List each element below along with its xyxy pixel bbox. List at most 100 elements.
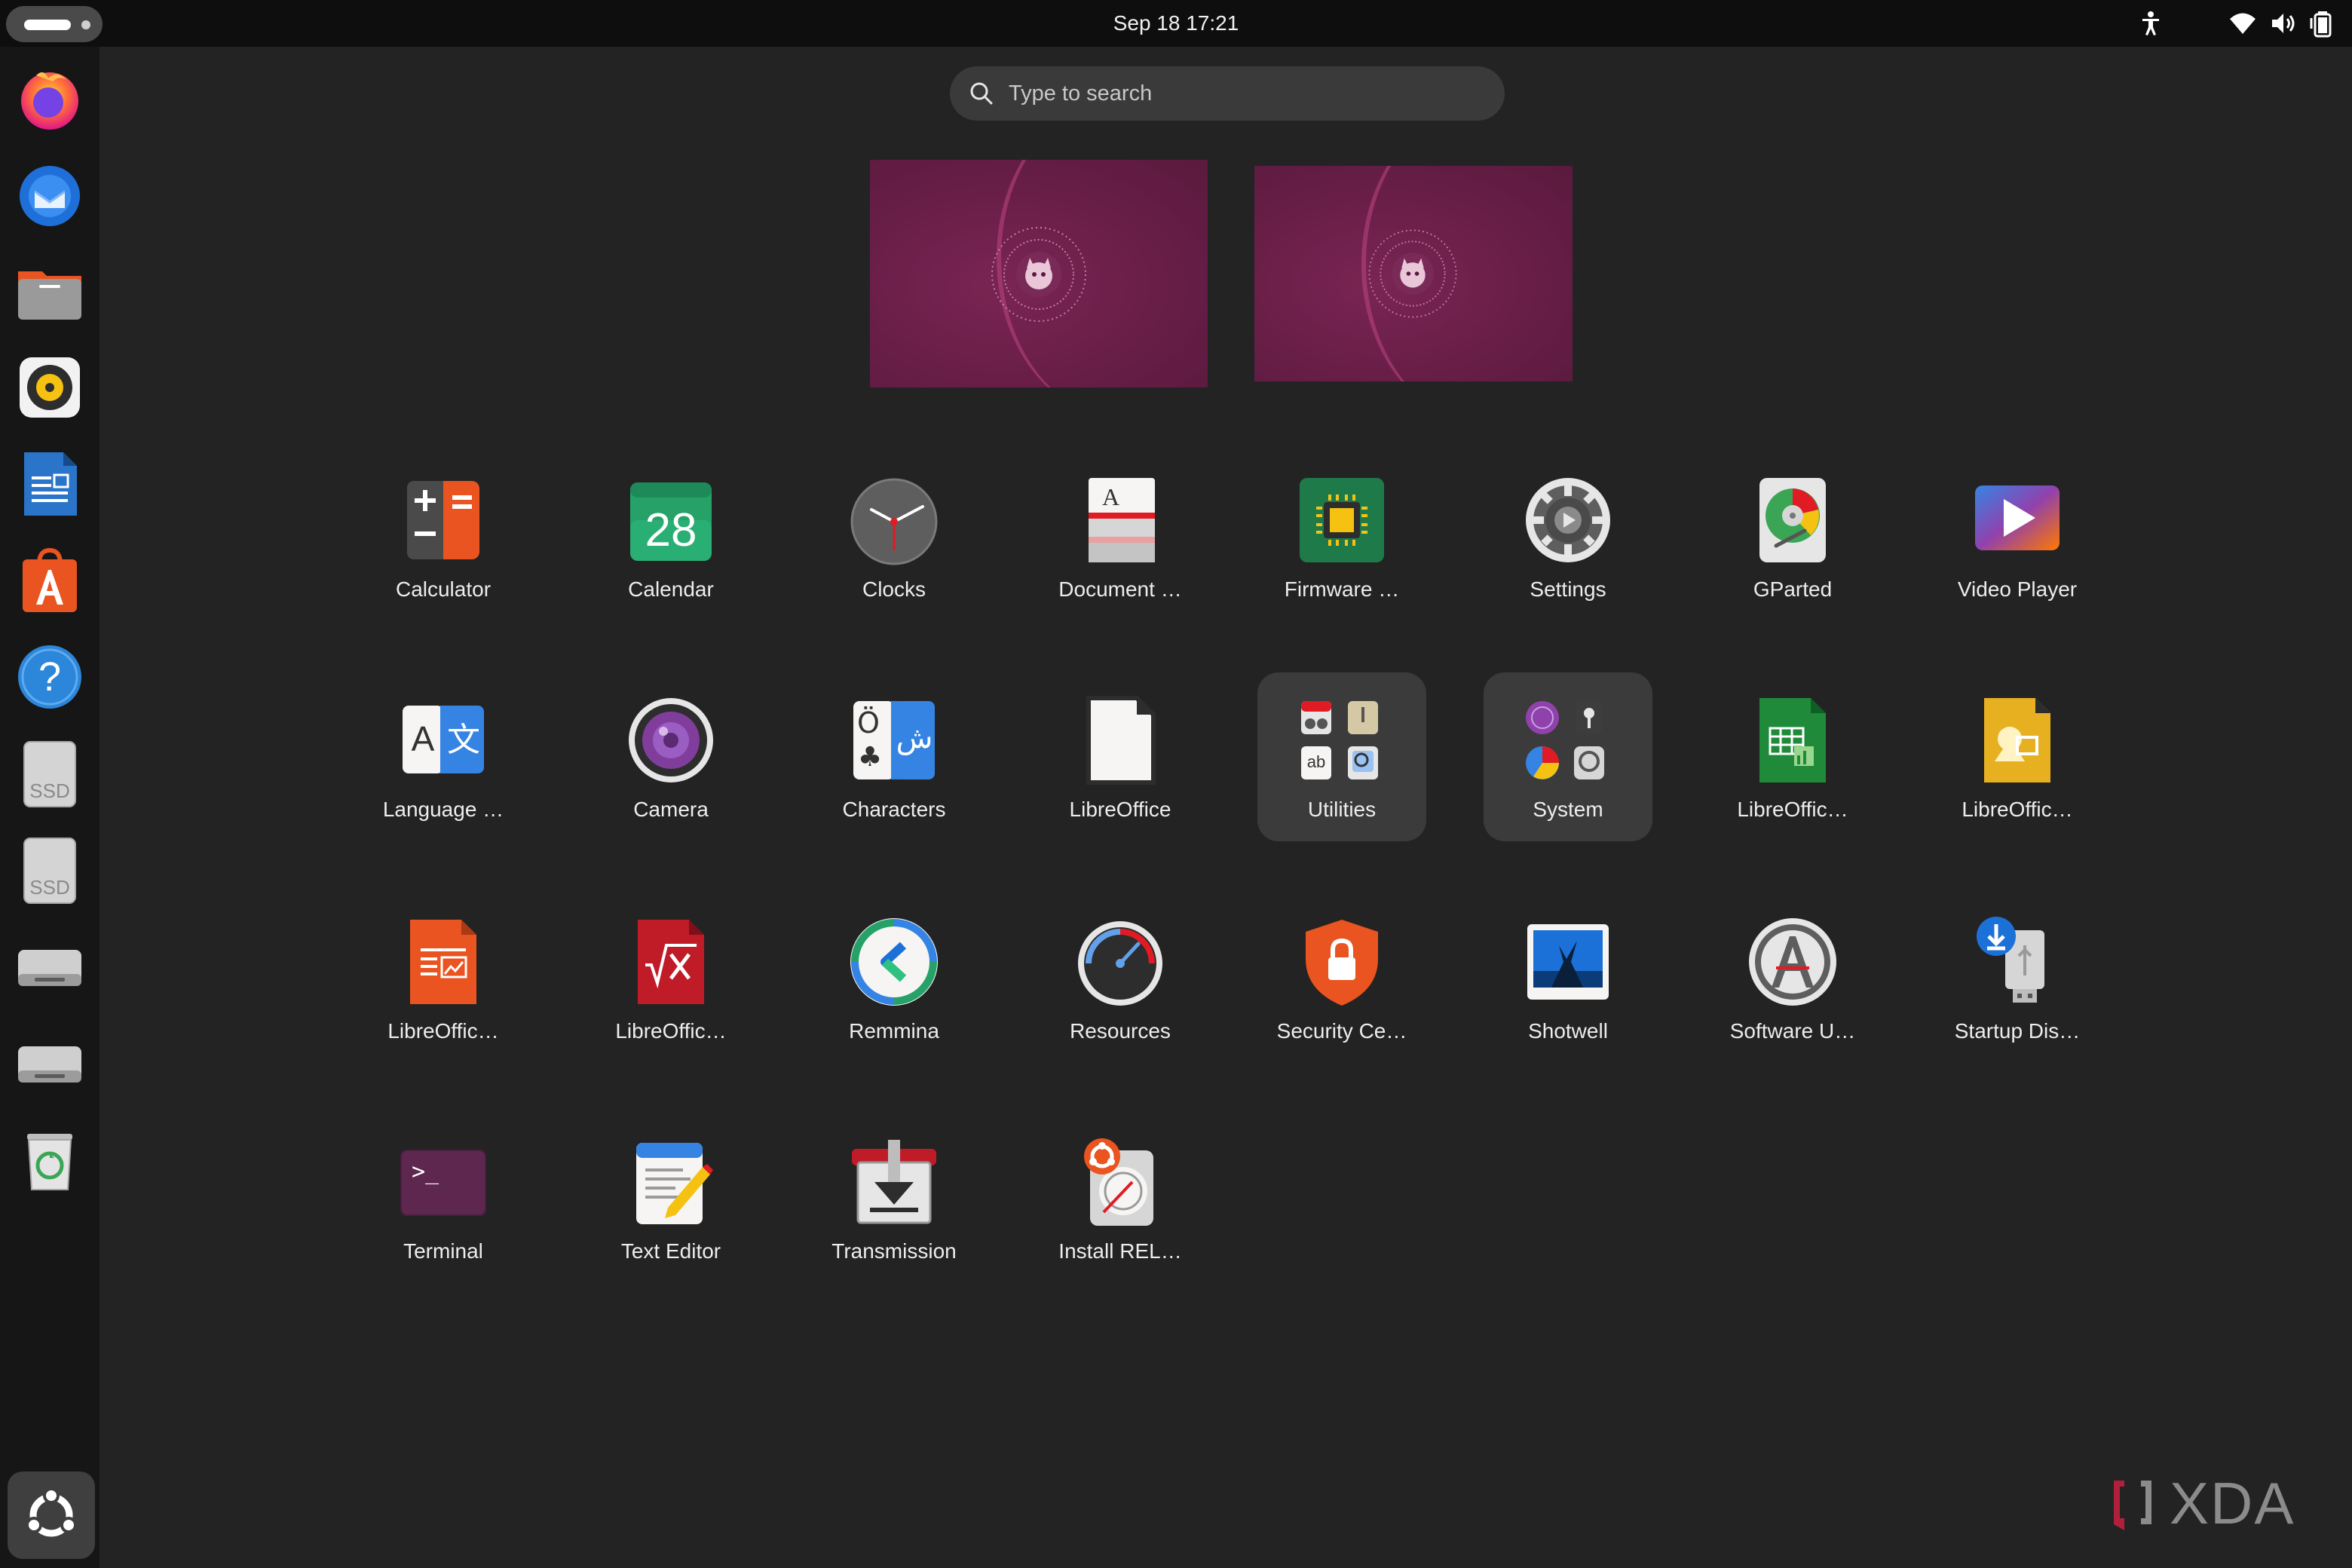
app-label: Resources (1070, 1019, 1171, 1043)
accessibility-icon[interactable] (2136, 9, 2165, 38)
search-input[interactable] (1007, 66, 1475, 121)
app-label: Software U… (1729, 1019, 1856, 1043)
dock-item-writer[interactable] (14, 448, 86, 520)
ssd-label: SSD (29, 779, 69, 802)
app-center-icon (23, 547, 77, 612)
app-install-release[interactable]: Install REL… (1036, 1114, 1205, 1283)
app-label: Security Ce… (1276, 1019, 1407, 1043)
dock-item-trash[interactable] (14, 1123, 86, 1196)
app-calculator[interactable]: Calculator (359, 452, 528, 621)
app-video-player[interactable]: Video Player (1933, 452, 2102, 621)
text-editor-icon (624, 1135, 718, 1229)
software-updater-icon (1746, 915, 1839, 1009)
app-label: Startup Dis… (1954, 1019, 2081, 1043)
dock-item-ssd[interactable]: SSD (14, 834, 86, 906)
drive-icon (18, 950, 81, 986)
app-libreoffice-draw[interactable]: LibreOffic… (1933, 672, 2102, 841)
battery-icon[interactable] (2308, 9, 2337, 38)
app-software-updater[interactable]: Software U… (1708, 894, 1877, 1063)
settings-gear-icon (1521, 473, 1615, 567)
folder-system[interactable]: System (1484, 672, 1652, 841)
characters-latin-glyph: Ö (857, 706, 880, 740)
libreoffice-icon (1073, 694, 1167, 787)
app-shotwell[interactable]: Shotwell (1484, 894, 1652, 1063)
app-label: Transmission (831, 1239, 957, 1263)
volume-icon[interactable] (2269, 9, 2298, 38)
app-document-viewer[interactable]: A Document … (1036, 452, 1205, 621)
app-settings[interactable]: Settings (1484, 452, 1652, 621)
ubuntu-mascot-emblem (1368, 229, 1457, 318)
ssd-label: SSD (29, 876, 69, 899)
characters-icon: Ö ♣ ش (847, 694, 941, 787)
app-camera[interactable]: Camera (586, 672, 755, 841)
app-firmware[interactable]: Firmware … (1257, 452, 1426, 621)
characters-arabic-glyph: ش (896, 721, 933, 755)
rhythmbox-icon (20, 357, 80, 418)
app-characters[interactable]: Ö ♣ ش Characters (810, 672, 978, 841)
app-remmina[interactable]: Remmina (810, 894, 978, 1063)
top-bar: Sep 18 17:21 (0, 0, 2352, 47)
app-libreoffice-calc[interactable]: LibreOffic… (1708, 672, 1877, 841)
app-label: Settings (1530, 577, 1606, 601)
app-label: Remmina (849, 1019, 939, 1043)
app-security-center[interactable]: Security Ce… (1257, 894, 1426, 1063)
app-transmission[interactable]: Transmission (810, 1114, 978, 1283)
dock-item-help[interactable]: ? (14, 641, 86, 713)
system-folder-icon (1521, 694, 1615, 787)
app-label: LibreOffice (1069, 798, 1171, 821)
app-libreoffice-math[interactable]: LibreOffic… (586, 894, 755, 1063)
app-label: Shotwell (1528, 1019, 1608, 1043)
svg-text:?: ? (38, 654, 61, 700)
app-label: GParted (1753, 577, 1833, 601)
shotwell-icon (1521, 915, 1615, 1009)
search-bar[interactable] (950, 66, 1505, 121)
date-time[interactable]: Sep 18 17:21 (1113, 11, 1239, 35)
help-icon: ? (18, 645, 81, 709)
app-label: Calculator (395, 577, 492, 601)
app-startup-disk-creator[interactable]: Startup Dis… (1933, 894, 2102, 1063)
remmina-icon (847, 915, 941, 1009)
drive-icon (18, 1046, 81, 1083)
ssd-drive-icon: SSD (23, 741, 76, 807)
libreoffice-impress-icon (397, 915, 490, 1009)
app-label: Firmware … (1284, 577, 1400, 601)
workspace-thumbnail-1[interactable] (870, 160, 1208, 387)
wifi-icon[interactable] (2228, 9, 2257, 38)
resources-icon (1073, 915, 1167, 1009)
dock-item-firefox[interactable] (14, 62, 86, 134)
app-text-editor[interactable]: Text Editor (586, 1114, 755, 1283)
app-label: Document … (1058, 577, 1182, 601)
dock-item-drive[interactable] (14, 930, 86, 1003)
clock-area: Sep 18 17:21 (0, 0, 2352, 47)
show-apps-button[interactable] (8, 1472, 95, 1559)
app-gparted[interactable]: GParted (1708, 452, 1877, 621)
camera-icon (624, 694, 718, 787)
app-calendar[interactable]: 28 Calendar (586, 452, 755, 621)
calendar-day: 28 (645, 504, 697, 556)
writer-icon (24, 452, 77, 516)
workspace-thumbnail-2[interactable] (1254, 166, 1573, 381)
dock-item-drive[interactable] (14, 1027, 86, 1099)
firefox-icon (21, 72, 78, 130)
gparted-icon (1746, 473, 1839, 567)
dock-item-thunderbird[interactable] (14, 158, 86, 231)
app-terminal[interactable]: >_ Terminal (359, 1114, 528, 1283)
calculator-icon (397, 473, 490, 567)
dock-item-app-center[interactable] (14, 544, 86, 617)
app-resources[interactable]: Resources (1036, 894, 1205, 1063)
xda-logo (2114, 1481, 2151, 1530)
search-icon (970, 82, 993, 105)
dock-item-rhythmbox[interactable] (14, 351, 86, 424)
app-clocks[interactable]: Clocks (810, 452, 978, 621)
libreoffice-math-icon (624, 915, 718, 1009)
dock-item-files[interactable] (14, 255, 86, 327)
app-language[interactable]: A 文 Language … (359, 672, 528, 841)
folder-utilities[interactable]: ab Utilities (1257, 672, 1426, 841)
app-libreoffice[interactable]: LibreOffice (1036, 672, 1205, 841)
activities-button[interactable] (6, 6, 103, 42)
dock-item-ssd[interactable]: SSD (14, 737, 86, 810)
xda-watermark: XDA (2108, 1472, 2334, 1535)
svg-text:♣: ♣ (858, 742, 882, 773)
startup-disk-creator-icon (1971, 915, 2064, 1009)
app-libreoffice-impress[interactable]: LibreOffic… (359, 894, 528, 1063)
